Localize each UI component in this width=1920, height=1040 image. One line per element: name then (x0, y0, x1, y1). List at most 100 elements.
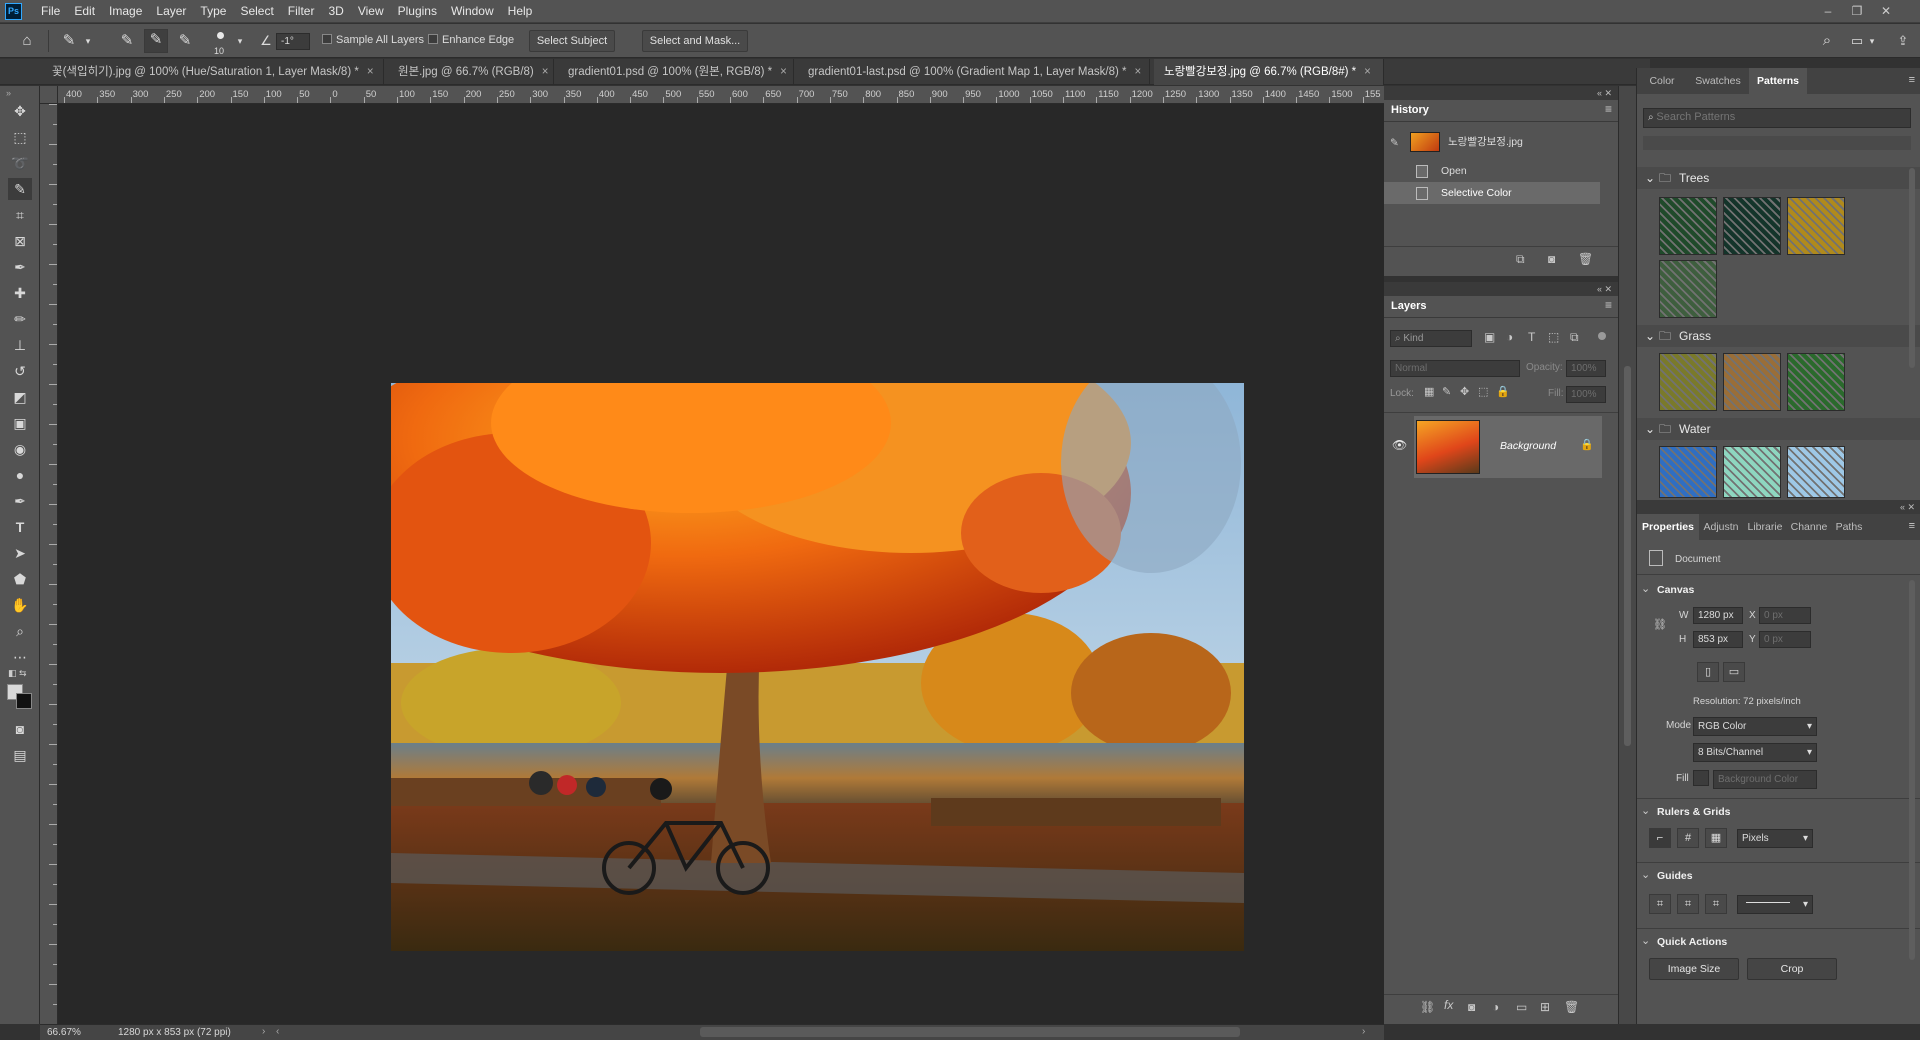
tab-document-1[interactable]: 꽃(색입히기).jpg @ 100% (Hue/Saturation 1, La… (42, 59, 384, 85)
workspace-icon[interactable]: ▭ (1846, 31, 1868, 51)
smart-guides-icon[interactable]: ⌗ (1705, 894, 1727, 914)
image-size-button[interactable]: Image Size (1649, 958, 1739, 980)
marquee-tool-icon[interactable]: ⬚ (8, 126, 32, 148)
chevron-right-icon[interactable]: › (262, 1026, 265, 1037)
new-group-icon[interactable]: ▭ (1516, 1000, 1527, 1014)
quick-selection-tool-preset-icon[interactable]: ✎ (58, 31, 80, 51)
menu-select[interactable]: Select (233, 0, 280, 23)
chevron-down-icon[interactable]: ⌄ (1641, 804, 1650, 817)
pattern-swatch[interactable] (1723, 353, 1781, 411)
history-snapshot[interactable]: ✎ 노랑빨강보정.jpg (1384, 128, 1600, 156)
clone-stamp-tool-icon[interactable]: ⊥ (8, 334, 32, 356)
tab-channels[interactable]: Channe (1787, 514, 1831, 540)
search-icon[interactable]: ⌕ (1816, 31, 1838, 51)
scroll-right-icon[interactable]: › (1362, 1026, 1365, 1037)
sample-all-layers-checkbox[interactable]: Sample All Layers (322, 34, 424, 46)
new-selection-icon[interactable]: ✎ (116, 31, 138, 51)
trash-icon[interactable]: 🗑 (1564, 1000, 1579, 1014)
filter-toggle-icon[interactable] (1598, 332, 1606, 340)
add-guides-icon[interactable]: ⌗ (1677, 894, 1699, 914)
close-tab-icon[interactable]: × (542, 66, 549, 78)
patterns-search-field[interactable]: ⌕ (1643, 108, 1911, 128)
brush-size[interactable]: 10 (214, 46, 224, 56)
landscape-orientation-icon[interactable]: ▭ (1723, 662, 1745, 682)
link-layers-icon[interactable]: ⛓ (1420, 1000, 1435, 1014)
x-input[interactable]: 0 px (1759, 607, 1811, 624)
scrollbar-thumb[interactable] (1909, 580, 1915, 960)
lock-artboard-icon[interactable]: ⬚ (1478, 385, 1488, 398)
pattern-swatch[interactable] (1787, 446, 1845, 498)
panel-menu-icon[interactable]: ≡ (1909, 74, 1915, 86)
guide-style-select[interactable]: ▾ (1737, 895, 1813, 914)
panel-collapse-bar[interactable]: « ✕ (1637, 500, 1920, 514)
rulers-toggle-icon[interactable]: ⌐ (1649, 828, 1671, 848)
background-color-swatch[interactable] (16, 693, 32, 709)
restore-icon[interactable]: ❐ (1843, 0, 1871, 23)
tab-patterns[interactable]: Patterns (1749, 68, 1807, 94)
blend-mode-select[interactable]: Normal (1390, 360, 1520, 377)
menu-3d[interactable]: 3D (321, 0, 350, 23)
history-item-selective-color[interactable]: Selective Color (1384, 182, 1600, 204)
units-select[interactable]: Pixels ▾ (1737, 829, 1813, 848)
type-tool-icon[interactable]: T (8, 516, 32, 538)
quick-mask-icon[interactable]: ◙ (8, 718, 32, 740)
blur-tool-icon[interactable]: ◉ (8, 438, 32, 460)
expand-icon[interactable]: » (6, 88, 11, 98)
pattern-swatch[interactable] (1659, 197, 1717, 255)
camera-snapshot-icon[interactable]: ◙ (1548, 252, 1555, 266)
panel-menu-icon[interactable]: ≡ (1605, 102, 1612, 116)
default-colors-icon[interactable]: ◧ ⇆ (8, 668, 27, 679)
add-mask-icon[interactable]: ◙ (1468, 1000, 1475, 1014)
portrait-orientation-icon[interactable]: ▯ (1697, 662, 1719, 682)
brush-dot-icon[interactable] (217, 32, 224, 39)
panel-collapse-bar[interactable]: « ✕ (1384, 282, 1618, 296)
panel-menu-icon[interactable]: ≡ (1909, 520, 1915, 532)
history-item-open[interactable]: Open (1384, 160, 1600, 182)
tab-document-4[interactable]: gradient01-last.psd @ 100% (Gradient Map… (798, 59, 1150, 85)
subtract-from-selection-icon[interactable]: ✎ (174, 31, 196, 51)
pattern-swatch[interactable] (1659, 260, 1717, 318)
filter-smart-object-icon[interactable]: ⧉ (1570, 330, 1579, 345)
panel-menu-icon[interactable]: ≡ (1605, 298, 1612, 312)
pen-tool-icon[interactable]: ✒ (8, 490, 32, 512)
width-input[interactable]: 1280 px (1693, 607, 1743, 624)
tab-properties[interactable]: Properties (1637, 514, 1699, 540)
more-tools-icon[interactable]: ⋯ (8, 646, 32, 668)
tab-document-3[interactable]: gradient01.psd @ 100% (원본, RGB/8) * × (558, 59, 794, 85)
layers-title[interactable]: Layers (1391, 300, 1426, 312)
layer-filter-kind[interactable]: ⌕ Kind (1390, 330, 1472, 347)
menu-plugins[interactable]: Plugins (391, 0, 444, 23)
dodge-tool-icon[interactable]: ● (8, 464, 32, 486)
tab-document-5-active[interactable]: 노랑빨강보정.jpg @ 66.7% (RGB/8#) * × (1154, 59, 1384, 85)
crop-tool-icon[interactable]: ⌗ (8, 204, 32, 226)
guides-toggle-icon[interactable]: ⌗ (1649, 894, 1671, 914)
bit-depth-select[interactable]: 8 Bits/Channel ▾ (1693, 743, 1817, 762)
scroll-left-icon[interactable]: ‹ (276, 1026, 279, 1037)
menu-type[interactable]: Type (193, 0, 233, 23)
menu-edit[interactable]: Edit (67, 0, 102, 23)
trash-icon[interactable]: 🗑 (1578, 252, 1593, 266)
lasso-tool-icon[interactable]: ➰ (8, 152, 32, 174)
filter-adjustment-icon[interactable]: ◑ (1506, 330, 1513, 344)
brush-tool-icon[interactable]: ✏ (8, 308, 32, 330)
chevron-down-icon[interactable]: ▾ (234, 31, 246, 51)
chevron-down-icon[interactable]: ⌄ (1641, 934, 1650, 947)
add-to-selection-icon[interactable]: ✎ (144, 29, 168, 53)
scrollbar-thumb[interactable] (1624, 366, 1631, 746)
eyedropper-tool-icon[interactable]: ✒ (8, 256, 32, 278)
filter-pixel-icon[interactable]: ▣ (1484, 330, 1495, 344)
zoom-tool-icon[interactable]: ⌕ (8, 620, 32, 642)
chevron-down-icon[interactable]: ⌄ (1645, 167, 1655, 189)
chevron-down-icon[interactable]: ⌄ (1641, 582, 1650, 595)
crop-button[interactable]: Crop (1747, 958, 1837, 980)
pixel-grid-toggle-icon[interactable]: ▦ (1705, 828, 1727, 848)
close-tab-icon[interactable]: × (1135, 66, 1142, 78)
close-tab-icon[interactable]: × (780, 66, 787, 78)
new-document-from-state-icon[interactable]: ⧉ (1516, 252, 1525, 267)
quick-selection-tool-icon[interactable]: ✎ (8, 178, 32, 200)
frame-tool-icon[interactable]: ⊠ (8, 230, 32, 252)
minimize-icon[interactable]: – (1814, 0, 1842, 23)
eye-visibility-icon[interactable]: 👁 (1392, 438, 1407, 452)
close-window-icon[interactable]: ✕ (1872, 0, 1900, 23)
lock-transparent-icon[interactable]: ▦ (1424, 385, 1434, 398)
